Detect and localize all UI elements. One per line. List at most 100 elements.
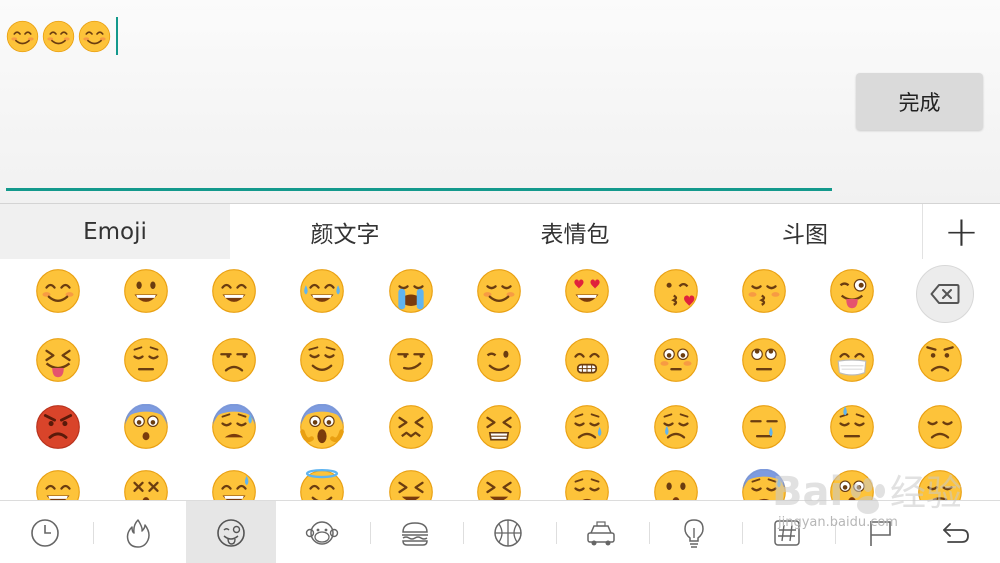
emoji-screaming[interactable]	[299, 404, 345, 450]
emoji-triumph[interactable]	[917, 469, 963, 500]
emoji-grimacing[interactable]	[564, 337, 610, 383]
emoji-crying[interactable]	[653, 404, 699, 450]
category-recent[interactable]	[0, 501, 90, 563]
text-input[interactable]	[6, 14, 118, 58]
emoji-weary[interactable]	[564, 469, 610, 500]
category-objects[interactable]	[649, 501, 739, 563]
tired-squint-face-icon	[389, 470, 433, 500]
kissing-heart-face-icon	[654, 269, 698, 313]
category-bar	[0, 500, 1000, 563]
emoji-smirking[interactable]	[388, 337, 434, 383]
emoji-grinning[interactable]	[123, 268, 169, 314]
emoji-unamused[interactable]	[211, 337, 257, 383]
dizzy-face-icon	[124, 470, 168, 500]
return-icon	[943, 522, 969, 543]
tab-emoji[interactable]: Emoji	[0, 204, 230, 259]
emoji-tired-squint[interactable]	[476, 469, 522, 500]
emoji-relieved[interactable]	[299, 337, 345, 383]
flag-icon	[870, 520, 891, 546]
emoji-flushed[interactable]	[653, 337, 699, 383]
confounded-face-icon	[389, 405, 433, 449]
emoji-downcast-sweat[interactable]	[829, 404, 875, 450]
emoji-grinning-smile[interactable]	[35, 469, 81, 500]
emoji-pensive[interactable]	[123, 337, 169, 383]
emoji-confounded[interactable]	[388, 404, 434, 450]
winking-tongue-face-icon	[830, 269, 874, 313]
emoji-halo[interactable]	[299, 469, 345, 500]
wink-face-icon	[217, 518, 245, 547]
emoji-dizzy[interactable]	[123, 469, 169, 500]
emoji-relaxed-blush[interactable]	[476, 268, 522, 314]
backspace-button[interactable]	[916, 265, 974, 323]
category-back[interactable]	[910, 501, 1000, 563]
emoji-grid	[0, 259, 1000, 500]
input-underline	[6, 188, 832, 191]
monkey-icon	[305, 520, 339, 545]
grimacing-face-icon	[565, 338, 609, 382]
halo-face-icon	[300, 469, 344, 500]
category-faces[interactable]	[186, 501, 276, 563]
astonished-face-icon	[830, 470, 874, 500]
angry-face-icon	[918, 338, 962, 382]
emoji-tears-of-joy[interactable]	[299, 268, 345, 314]
emoji-loudly-crying[interactable]	[388, 268, 434, 314]
emoji-anxious[interactable]	[123, 404, 169, 450]
emoji-grinning-big-eyes[interactable]	[211, 268, 257, 314]
emoji-persevering[interactable]	[476, 404, 522, 450]
emoji-medical-mask[interactable]	[829, 337, 875, 383]
tab-stickers[interactable]: 表情包	[460, 204, 690, 259]
hushed-face-icon	[654, 470, 698, 500]
unamused-face-icon	[212, 338, 256, 382]
sleepy-face-icon	[742, 405, 786, 449]
emoji-rolling-eyes[interactable]	[741, 337, 787, 383]
emoji-kissing-closed-eyes[interactable]	[741, 268, 787, 314]
downcast-sweat-face-icon	[830, 405, 874, 449]
category-divider	[556, 522, 557, 544]
basketball-icon	[494, 518, 522, 547]
relaxed-blush-face-icon	[477, 269, 521, 313]
grinning-big-eyes-face-icon	[212, 269, 256, 313]
relieved-face-icon	[300, 338, 344, 382]
emoji-hushed[interactable]	[653, 469, 699, 500]
smiling-face-emoji	[42, 20, 75, 52]
emoji-pouting-red[interactable]	[35, 404, 81, 450]
category-divider	[742, 522, 743, 544]
kissing-closed-eyes-face-icon	[742, 269, 786, 313]
screaming-face-icon	[300, 404, 344, 449]
emoji-disappointed[interactable]	[917, 404, 963, 450]
emoji-winking-tongue[interactable]	[829, 268, 875, 314]
category-travel[interactable]	[556, 501, 646, 563]
emoji-heart-eyes[interactable]	[564, 268, 610, 314]
done-button[interactable]: 完成	[856, 73, 983, 130]
category-divider	[835, 522, 836, 544]
category-food[interactable]	[370, 501, 460, 563]
pouting-red-face-icon	[36, 405, 80, 449]
emoji-squinting-tongue[interactable]	[35, 337, 81, 383]
grinning-sweat-face-icon	[212, 470, 256, 500]
emoji-astonished[interactable]	[829, 469, 875, 500]
emoji-sleepy[interactable]	[741, 404, 787, 450]
add-tab-button[interactable]: +	[922, 204, 1000, 259]
emoji-grinning-sweat[interactable]	[211, 469, 257, 500]
triumph-face-icon	[918, 470, 962, 500]
input-area: 完成	[0, 0, 1000, 203]
tab-meme[interactable]: 斗图	[690, 204, 920, 259]
category-hot[interactable]	[93, 501, 183, 563]
emoji-cold-sweat[interactable]	[741, 469, 787, 500]
rolling-eyes-face-icon	[742, 338, 786, 382]
crying-face-icon	[654, 405, 698, 449]
emoji-tired-squint[interactable]	[388, 469, 434, 500]
tab-kaomoji[interactable]: 颜文字	[230, 204, 460, 259]
bulb-icon	[684, 518, 704, 548]
category-divider	[649, 522, 650, 544]
emoji-disappointed-relieved[interactable]	[564, 404, 610, 450]
emoji-anxious-sweat[interactable]	[211, 404, 257, 450]
flame-icon	[126, 518, 150, 548]
emoji-winking[interactable]	[476, 337, 522, 383]
emoji-angry[interactable]	[917, 337, 963, 383]
category-symbols[interactable]	[742, 501, 832, 563]
emoji-smiling-eyes[interactable]	[35, 268, 81, 314]
category-sports[interactable]	[463, 501, 553, 563]
emoji-kissing-heart[interactable]	[653, 268, 699, 314]
category-animals[interactable]	[277, 501, 367, 563]
